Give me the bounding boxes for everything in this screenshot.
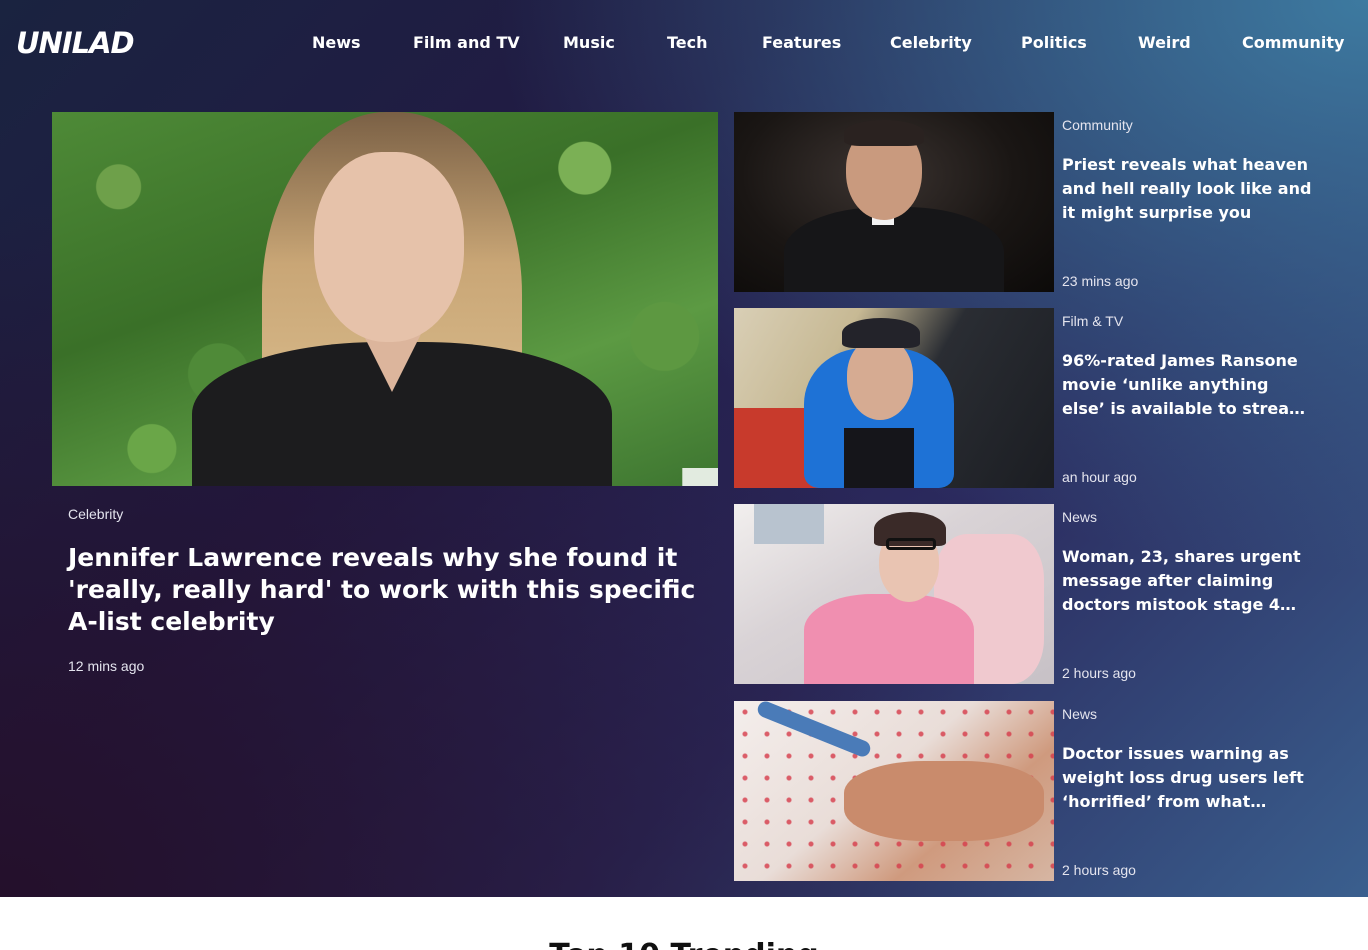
article-card[interactable]: Community Priest reveals what heaven and… xyxy=(734,112,1324,292)
nav-item-music[interactable]: Music xyxy=(563,33,615,52)
article-card[interactable]: News Woman, 23, shares urgent message af… xyxy=(734,504,1324,684)
nav-item-tech[interactable]: Tech xyxy=(667,33,708,52)
article-thumbnail[interactable] xyxy=(734,308,1054,488)
thumbnail-face xyxy=(847,338,913,420)
article-thumbnail[interactable] xyxy=(734,701,1054,881)
top-navigation: UNILAD News Film and TV Music Tech Featu… xyxy=(0,0,1368,88)
nav-item-features[interactable]: Features xyxy=(762,33,841,52)
article-headline[interactable]: Priest reveals what heaven and hell real… xyxy=(1062,153,1314,225)
nav-item-news[interactable]: News xyxy=(312,33,361,52)
thumbnail-shirt xyxy=(844,428,914,488)
thumbnail-hand xyxy=(844,761,1044,841)
featured-category-label[interactable]: Celebrity xyxy=(68,506,123,522)
article-category-label[interactable]: News xyxy=(1062,706,1097,722)
article-category-label[interactable]: Film & TV xyxy=(1062,313,1123,329)
article-category-label[interactable]: Community xyxy=(1062,117,1133,133)
trending-section-heading: Top 10 Trending xyxy=(0,938,1368,950)
article-thumbnail[interactable] xyxy=(734,504,1054,684)
thumbnail-pink-shirt xyxy=(804,594,974,684)
nav-item-celebrity[interactable]: Celebrity xyxy=(890,33,972,52)
nav-item-politics[interactable]: Politics xyxy=(1021,33,1087,52)
article-timestamp: 2 hours ago xyxy=(1062,665,1136,681)
unilad-logo[interactable]: UNILAD xyxy=(16,26,135,60)
image-watermark xyxy=(682,468,718,486)
thumbnail-cap xyxy=(842,318,920,348)
article-timestamp: 2 hours ago xyxy=(1062,862,1136,878)
article-card[interactable]: Film & TV 96%-rated James Ransone movie … xyxy=(734,308,1324,488)
article-headline[interactable]: 96%-rated James Ransone movie ‘unlike an… xyxy=(1062,349,1314,421)
featured-image-face xyxy=(314,152,464,342)
article-thumbnail[interactable] xyxy=(734,112,1054,292)
article-card[interactable]: News Doctor issues warning as weight los… xyxy=(734,701,1324,881)
article-timestamp: an hour ago xyxy=(1062,469,1137,485)
nav-item-community[interactable]: Community xyxy=(1242,33,1344,52)
article-headline[interactable]: Doctor issues warning as weight loss dru… xyxy=(1062,742,1314,814)
featured-timestamp: 12 mins ago xyxy=(68,658,145,674)
article-headline[interactable]: Woman, 23, shares urgent message after c… xyxy=(1062,545,1314,617)
thumbnail-glasses xyxy=(886,538,936,550)
thumbnail-hair xyxy=(844,120,924,146)
nav-item-film-and-tv[interactable]: Film and TV xyxy=(413,33,520,52)
nav-item-weird[interactable]: Weird xyxy=(1138,33,1191,52)
hero-section: UNILAD News Film and TV Music Tech Featu… xyxy=(0,0,1368,897)
featured-headline[interactable]: Jennifer Lawrence reveals why she found … xyxy=(68,542,708,638)
article-timestamp: 23 mins ago xyxy=(1062,273,1139,289)
featured-article-image[interactable] xyxy=(52,112,718,486)
thumbnail-shirt xyxy=(784,207,1004,292)
article-category-label[interactable]: News xyxy=(1062,509,1097,525)
thumbnail-monitor xyxy=(754,504,824,544)
